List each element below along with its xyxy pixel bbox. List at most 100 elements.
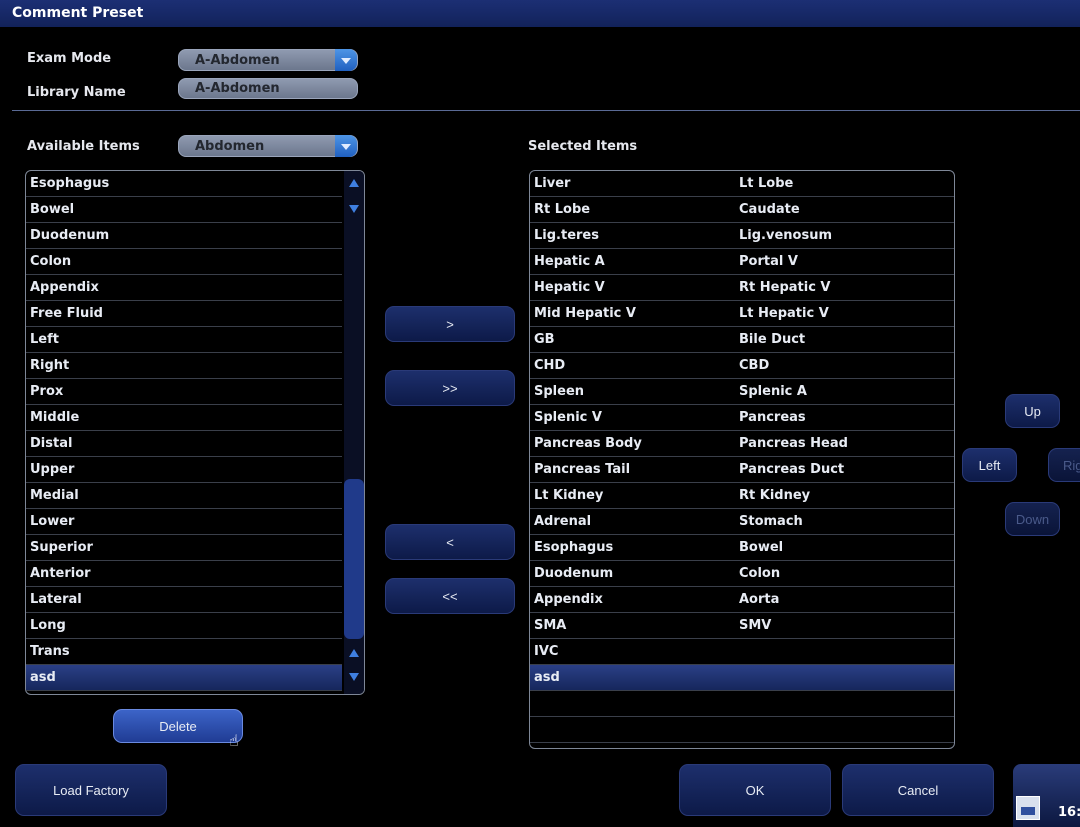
delete-button[interactable]: Delete	[113, 709, 243, 743]
list-item[interactable]: Upper	[26, 457, 342, 483]
chevron-down-icon	[335, 135, 357, 157]
item-label: Lig.venosum	[739, 228, 832, 243]
item-label: Lig.teres	[534, 228, 599, 243]
list-item[interactable]: Duodenum	[26, 223, 342, 249]
list-item[interactable]: Rt Lobe Caudate	[530, 197, 954, 223]
list-item[interactable]: Adrenal Stomach	[530, 509, 954, 535]
selected-items-label: Selected Items	[528, 139, 638, 154]
scroll-down-icon[interactable]	[349, 205, 359, 213]
item-label: SMA	[534, 618, 567, 633]
category-value: Abdomen	[195, 139, 265, 154]
item-label: Duodenum	[534, 566, 614, 581]
scroll-up-icon[interactable]	[349, 649, 359, 657]
exam-mode-select[interactable]: A-Abdomen	[178, 49, 358, 71]
move-down-button[interactable]: Down	[1005, 502, 1060, 536]
item-label: Bile Duct	[739, 332, 806, 347]
list-item[interactable]: Mid Hepatic V Lt Hepatic V	[530, 301, 954, 327]
list-item[interactable]: Medial	[26, 483, 342, 509]
remove-all-button[interactable]: <<	[385, 578, 515, 614]
list-item[interactable]: Appendix Aorta	[530, 587, 954, 613]
item-label: Pancreas Duct	[739, 462, 845, 477]
item-label: Hepatic V	[534, 280, 605, 295]
list-item[interactable]	[530, 691, 954, 717]
list-item[interactable]: Hepatic A Portal V	[530, 249, 954, 275]
item-label: Rt Hepatic V	[739, 280, 831, 295]
item-label: CHD	[534, 358, 566, 373]
load-factory-button[interactable]: Load Factory	[15, 764, 167, 816]
list-item[interactable]: Pancreas Body Pancreas Head	[530, 431, 954, 457]
scrollbar[interactable]	[344, 171, 364, 694]
item-label: Liver	[534, 176, 571, 191]
list-item[interactable]: Lateral	[26, 587, 342, 613]
ok-button[interactable]: OK	[679, 764, 831, 816]
category-select[interactable]: Abdomen	[178, 135, 358, 157]
list-item[interactable]: Anterior	[26, 561, 342, 587]
scrollbar-thumb[interactable]	[344, 479, 364, 639]
window-title: Comment Preset	[0, 0, 1080, 27]
item-label: Pancreas Tail	[534, 462, 631, 477]
list-item[interactable]: Lower	[26, 509, 342, 535]
list-item[interactable]: Long	[26, 613, 342, 639]
item-label: Pancreas	[739, 410, 806, 425]
item-label: Caudate	[739, 202, 800, 217]
add-all-button[interactable]: >>	[385, 370, 515, 406]
list-item[interactable]: Right	[26, 353, 342, 379]
item-label: Rt Kidney	[739, 488, 811, 503]
list-item[interactable]: Distal	[26, 431, 342, 457]
hand-cursor-icon: ☝	[229, 731, 239, 750]
move-left-button[interactable]: Left	[962, 448, 1017, 482]
item-label: Splenic A	[739, 384, 807, 399]
available-items-list[interactable]: asd Trans Long Lateral Anterior Superior Lower…	[25, 170, 365, 695]
list-item[interactable]: Free Fluid	[26, 301, 342, 327]
list-item[interactable]: Esophagus	[26, 171, 342, 197]
list-item[interactable]: Duodenum Colon	[530, 561, 954, 587]
list-item[interactable]: Appendix	[26, 275, 342, 301]
list-item[interactable]: GB Bile Duct	[530, 327, 954, 353]
exam-mode-label: Exam Mode	[27, 51, 112, 66]
list-item[interactable]: Spleen Splenic A	[530, 379, 954, 405]
list-item[interactable]: Lig.teres Lig.venosum	[530, 223, 954, 249]
scroll-down-icon[interactable]	[349, 673, 359, 681]
list-item[interactable]: Hepatic V Rt Hepatic V	[530, 275, 954, 301]
list-item[interactable]: Esophagus Bowel	[530, 535, 954, 561]
item-label: Lt Kidney	[534, 488, 604, 503]
list-item[interactable]: SMA SMV	[530, 613, 954, 639]
list-item[interactable]: Splenic V Pancreas	[530, 405, 954, 431]
library-name-field[interactable]: A-Abdomen	[178, 78, 358, 99]
printer-icon[interactable]	[1016, 796, 1040, 820]
list-item[interactable]: IVC	[530, 639, 954, 665]
add-item-button[interactable]: >	[385, 306, 515, 342]
list-item[interactable]: Middle	[26, 405, 342, 431]
list-item[interactable]: Lt Kidney Rt Kidney	[530, 483, 954, 509]
scroll-up-icon[interactable]	[349, 179, 359, 187]
move-right-button[interactable]: Rig	[1048, 448, 1080, 482]
item-label: Appendix	[534, 592, 603, 607]
list-item[interactable]: asd	[530, 665, 954, 691]
list-item[interactable]: CHD CBD	[530, 353, 954, 379]
chevron-down-icon	[335, 49, 357, 71]
list-item[interactable]: Left	[26, 327, 342, 353]
list-item[interactable]: Pancreas Tail Pancreas Duct	[530, 457, 954, 483]
item-label: IVC	[534, 644, 559, 659]
list-item[interactable]: asd	[26, 665, 342, 691]
list-item[interactable]: Bowel	[26, 197, 342, 223]
item-label: Splenic V	[534, 410, 602, 425]
list-item[interactable]: Colon	[26, 249, 342, 275]
item-label: Mid Hepatic V	[534, 306, 636, 321]
item-label: Esophagus	[534, 540, 614, 555]
item-label: SMV	[739, 618, 772, 633]
remove-item-button[interactable]: <	[385, 524, 515, 560]
list-item[interactable]: Superior	[26, 535, 342, 561]
item-label: Lt Hepatic V	[739, 306, 829, 321]
printer-body	[1021, 807, 1035, 815]
list-item[interactable]: Trans	[26, 639, 342, 665]
list-item[interactable]: Prox	[26, 379, 342, 405]
item-label: Stomach	[739, 514, 803, 529]
selected-items-list[interactable]: Liver Lt Lobe Rt Lobe Caudate Lig.teres Lig.v…	[529, 170, 955, 749]
item-label: Portal V	[739, 254, 798, 269]
item-label: Spleen	[534, 384, 585, 399]
list-item[interactable]	[530, 717, 954, 743]
cancel-button[interactable]: Cancel	[842, 764, 994, 816]
move-up-button[interactable]: Up	[1005, 394, 1060, 428]
list-item[interactable]: Liver Lt Lobe	[530, 171, 954, 197]
